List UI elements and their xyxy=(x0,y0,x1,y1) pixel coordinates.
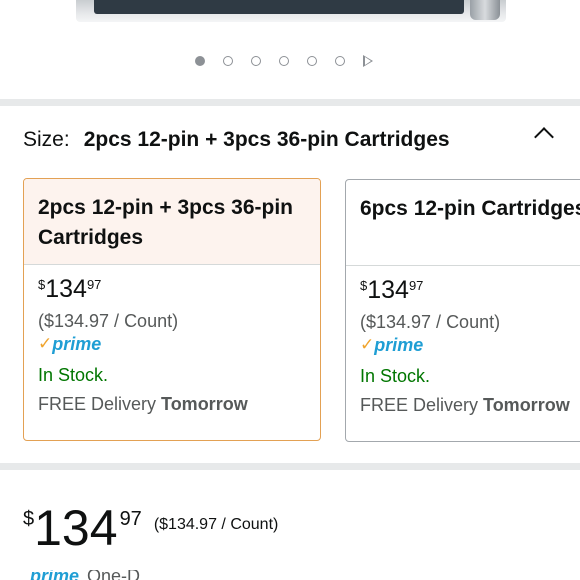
price-symbol: $ xyxy=(360,278,368,293)
delivery-info: FREE Delivery Tomorrow xyxy=(38,392,306,416)
option-details: $ 134 97 ($134.97 / Count) ✓ prime In St… xyxy=(24,265,320,416)
carousel-dots xyxy=(195,54,373,68)
price-symbol: $ xyxy=(38,277,46,292)
delivery-prefix: FREE Delivery xyxy=(38,394,162,414)
price-per-count: ($134.97 / Count) xyxy=(360,312,501,332)
prime-label: prime xyxy=(52,333,102,354)
prime-badge: ✓ prime xyxy=(38,333,306,355)
option-title: 6pcs 12-pin Cartridges xyxy=(346,180,580,266)
product-page: Size: 2pcs 12-pin + 3pcs 36-pin Cartridg… xyxy=(0,0,580,580)
section-divider xyxy=(0,99,580,106)
play-video-icon[interactable] xyxy=(363,55,373,67)
product-image-body xyxy=(94,0,464,14)
option-title: 2pcs 12-pin + 3pcs 36-pin Cartridges xyxy=(24,179,320,265)
prime-extra-text: One-D xyxy=(87,570,141,580)
size-selector-header[interactable]: Size: 2pcs 12-pin + 3pcs 36-pin Cartridg… xyxy=(23,126,563,154)
main-prime-badge: prime One-D xyxy=(30,570,140,580)
carousel-dot[interactable] xyxy=(335,56,345,66)
size-label: Size: xyxy=(23,128,70,151)
delivery-info: FREE Delivery Tomorrow xyxy=(360,393,580,417)
option-details: $ 134 97 ($134.97 / Count) ✓ prime In St… xyxy=(346,266,580,417)
product-image[interactable] xyxy=(76,0,506,22)
prime-check-icon: ✓ xyxy=(38,334,53,353)
delivery-prefix: FREE Delivery xyxy=(360,395,484,415)
price-fraction: 97 xyxy=(408,278,424,293)
price-whole: 134 xyxy=(367,276,409,304)
carousel-dot[interactable] xyxy=(251,56,261,66)
delivery-day: Tomorrow xyxy=(483,395,570,415)
carousel-dot[interactable] xyxy=(223,56,233,66)
option-price: $ 134 97 xyxy=(360,276,580,306)
carousel-dot[interactable] xyxy=(195,56,205,66)
main-price-fraction: 97 xyxy=(119,508,142,530)
size-value: 2pcs 12-pin + 3pcs 36-pin Cartridges xyxy=(83,128,450,151)
prime-label: prime xyxy=(374,334,424,355)
price-fraction: 97 xyxy=(86,277,102,292)
chevron-up-icon[interactable] xyxy=(534,127,554,147)
stock-status: In Stock. xyxy=(360,366,431,386)
main-price: $ 134 97 ($134.97 / Count) xyxy=(23,500,278,556)
option-price: $ 134 97 xyxy=(38,275,306,305)
size-option-card[interactable]: 6pcs 12-pin Cartridges $ 134 97 ($134.97… xyxy=(345,179,580,442)
main-price-whole: 134 xyxy=(34,500,118,556)
stock-status: In Stock. xyxy=(38,365,109,385)
prime-check-icon: ✓ xyxy=(360,335,375,354)
size-option-card-selected[interactable]: 2pcs 12-pin + 3pcs 36-pin Cartridges $ 1… xyxy=(23,178,321,441)
prime-label: prime xyxy=(30,570,80,580)
main-price-symbol: $ xyxy=(23,508,35,530)
price-per-count: ($134.97 / Count) xyxy=(38,311,179,331)
delivery-day: Tomorrow xyxy=(161,394,248,414)
main-price-per-count: ($134.97 / Count) xyxy=(153,516,279,533)
price-whole: 134 xyxy=(45,275,87,303)
carousel-dot[interactable] xyxy=(307,56,317,66)
product-image-knob xyxy=(470,0,500,20)
prime-badge: ✓ prime xyxy=(360,334,580,356)
section-divider xyxy=(0,463,580,470)
carousel-dot[interactable] xyxy=(279,56,289,66)
